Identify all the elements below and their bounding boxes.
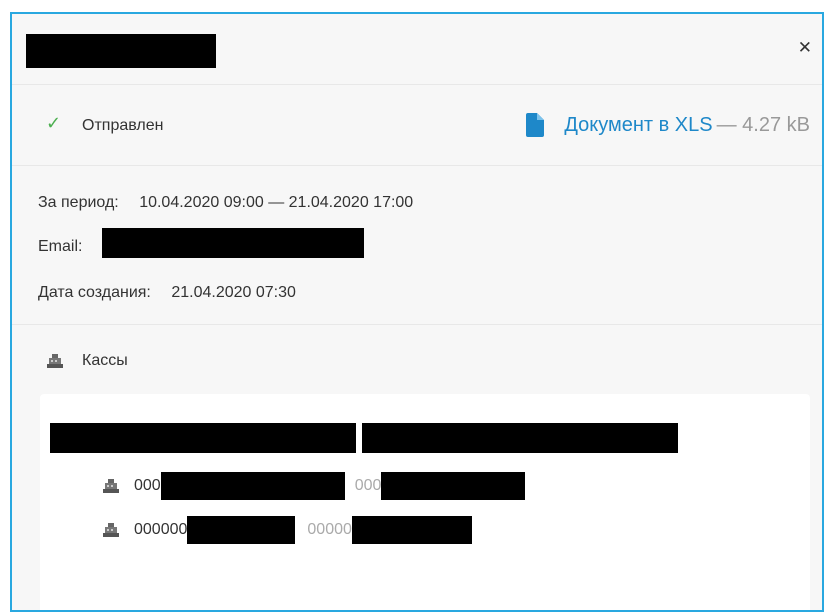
report-modal: ✕ ✓ Отправлен Документ в XLS — 4.27 kB З… [10, 12, 824, 612]
redacted-register-id [187, 516, 296, 544]
cash-title-label: Кассы [82, 352, 128, 369]
cash-register-serial: 000 [354, 477, 382, 494]
cash-register-row[interactable]: 000000 00000 [102, 516, 472, 544]
cash-register-icon [103, 479, 119, 493]
redacted-cash-group-address [362, 423, 678, 453]
document-link[interactable]: Документ в XLS [564, 114, 712, 137]
created-value: 21.04.2020 07:30 [171, 284, 296, 301]
email-label: Email: [38, 238, 83, 255]
cash-card: 000 000 000000 00000 [40, 394, 810, 610]
email-line: Email: [38, 238, 82, 256]
period-value: 10.04.2020 09:00 — 21.04.2020 17:00 [139, 194, 414, 211]
cash-register-icon [47, 354, 63, 368]
document-download: Документ в XLS — 4.27 kB [526, 113, 810, 137]
status-label: Отправлен [82, 117, 164, 134]
redacted-cash-group-name [50, 423, 356, 453]
redacted-register-serial [351, 516, 472, 544]
check-icon: ✓ [46, 113, 62, 133]
redacted-title [26, 34, 216, 68]
redacted-register-serial [381, 472, 526, 500]
cash-section-title: Кассы [46, 352, 128, 370]
cash-register-id: 000 [134, 477, 161, 494]
report-info: За период: 10.04.2020 09:00 — 21.04.2020… [12, 166, 822, 325]
redacted-register-id [160, 472, 345, 500]
period-line: За период: 10.04.2020 09:00 — 21.04.2020… [38, 194, 413, 212]
cash-register-row[interactable]: 000 000 [102, 472, 526, 500]
document-size: — 4.27 kB [716, 113, 810, 136]
cash-register-serial: 00000 [307, 521, 352, 538]
close-icon[interactable]: ✕ [798, 39, 812, 56]
modal-header: ✕ [12, 14, 822, 85]
created-line: Дата создания: 21.04.2020 07:30 [38, 284, 296, 302]
cash-register-id: 000000 [134, 521, 188, 538]
cash-register-icon [103, 523, 119, 537]
redacted-email [102, 228, 364, 258]
status-row: ✓ Отправлен Документ в XLS — 4.27 kB [12, 85, 822, 166]
created-label: Дата создания: [38, 284, 151, 301]
document-icon[interactable] [526, 113, 545, 137]
period-label: За период: [38, 194, 119, 211]
